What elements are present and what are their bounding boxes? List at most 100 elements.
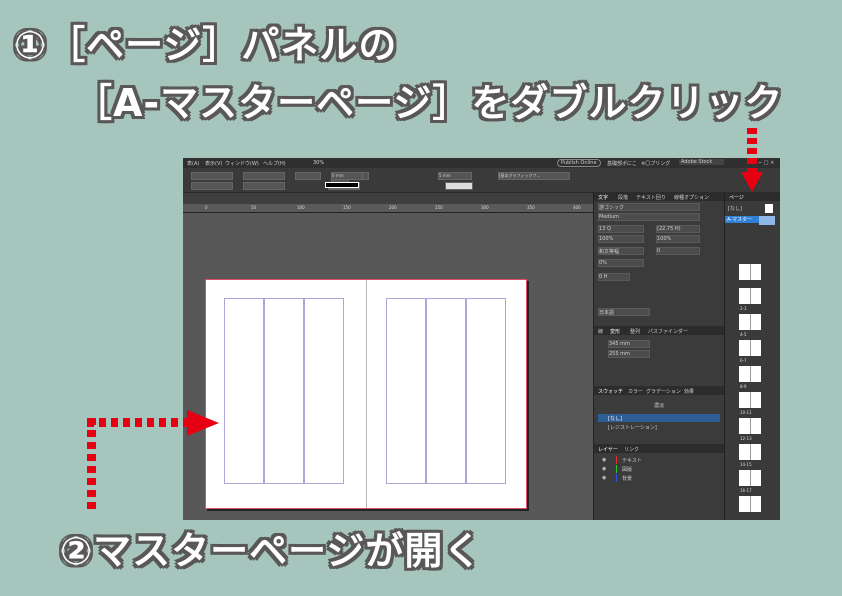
language-select[interactable]: 日本語: [598, 308, 650, 316]
zoom-level[interactable]: 30%: [313, 160, 324, 166]
menu-window[interactable]: ウィンドウ(W): [225, 160, 259, 167]
menu-bar: 表(A) 表示(V) ウィンドウ(W) ヘルプ(H) 30% Publish O…: [183, 158, 780, 168]
tab-align[interactable]: 整列: [630, 328, 640, 335]
menu-table[interactable]: 表(A): [187, 160, 199, 167]
page-label: 12-13: [740, 436, 752, 441]
tab-stroke-options[interactable]: 線種オプション: [674, 194, 709, 201]
tint-label: 濃淡: [654, 403, 665, 409]
arrow-to-spread: [187, 410, 219, 436]
eye-icon[interactable]: ◉: [602, 475, 606, 481]
size-field[interactable]: 5 mm: [438, 172, 472, 180]
tab-effects[interactable]: 効果: [684, 388, 694, 395]
font-style-select[interactable]: Medium: [598, 213, 700, 221]
y-field[interactable]: [191, 182, 233, 190]
layer-row[interactable]: ◉ 背景: [598, 474, 720, 482]
page-label: 4-5: [740, 332, 747, 337]
search-input[interactable]: Adobe Stock: [679, 159, 725, 165]
rotate-field[interactable]: [295, 172, 321, 180]
column-guide: [466, 298, 506, 484]
workspace-switch[interactable]: ※〇プリング: [641, 160, 670, 167]
height-field[interactable]: 255 mm: [608, 350, 650, 358]
vertical-scale-field[interactable]: 100%: [598, 235, 644, 243]
ruler-tick: 350: [527, 205, 535, 210]
master-none-thumb[interactable]: [765, 204, 773, 213]
page-thumb[interactable]: [739, 366, 761, 382]
horizontal-ruler: 0 50 100 150 200 250 300 350 400: [183, 204, 593, 213]
w-field[interactable]: [243, 172, 285, 180]
page-thumb[interactable]: [739, 470, 761, 486]
page-label: 16-17: [740, 488, 752, 493]
leading-field[interactable]: (22.75 H): [656, 225, 700, 233]
column-guide: [264, 298, 304, 484]
dotted-connector-vertical: [87, 418, 96, 510]
font-family-select[interactable]: 游ゴシック: [598, 203, 700, 211]
layer-row[interactable]: ◉ 図版: [598, 465, 720, 473]
menu-view[interactable]: 表示(V): [205, 160, 222, 167]
ruler-tick: 300: [481, 205, 489, 210]
column-guide: [304, 298, 344, 484]
tab-paragraph[interactable]: 段落: [618, 194, 628, 201]
document-canvas[interactable]: [183, 213, 593, 520]
tsume-field[interactable]: 0%: [598, 259, 644, 267]
tab-pages[interactable]: ページ: [729, 194, 744, 201]
page-thumb[interactable]: [739, 444, 761, 460]
swatch-registration[interactable]: [レジストレーション]: [598, 423, 720, 431]
page-thumb[interactable]: [739, 340, 761, 356]
opacity-field[interactable]: [445, 182, 473, 190]
workspace-name[interactable]: 基礎部ポにこ: [607, 160, 637, 167]
h-field[interactable]: [243, 182, 285, 190]
ruler-tick: 100: [297, 205, 305, 210]
page-label: 6-7: [740, 358, 747, 363]
tab-swatches[interactable]: スウォッチ: [598, 388, 623, 395]
a-master-thumb[interactable]: [759, 216, 775, 225]
eye-icon[interactable]: ◉: [602, 457, 606, 463]
swatch-none[interactable]: [なし]: [598, 414, 720, 422]
instruction-line-2: ［A-マスターページ］をダブルクリック: [74, 81, 784, 125]
tab-color[interactable]: カラー: [628, 388, 643, 395]
tab-character[interactable]: 文字: [598, 194, 608, 201]
font-size-field[interactable]: 13 Q: [598, 225, 644, 233]
page-thumb[interactable]: [739, 314, 761, 330]
stroke-weight-field[interactable]: 0 mm: [331, 172, 363, 180]
object-style-select[interactable]: [基本グラフィックフ...: [498, 172, 570, 180]
tab-transform[interactable]: 変形: [610, 328, 620, 335]
stroke-type[interactable]: [325, 182, 359, 188]
page-label: 14-15: [740, 462, 752, 467]
column-guide: [224, 298, 264, 484]
horizontal-scale-field[interactable]: 100%: [656, 235, 700, 243]
page-thumb[interactable]: [739, 496, 761, 512]
window-controls[interactable]: − □ ×: [758, 160, 774, 166]
layer-row[interactable]: ◉ テキスト: [598, 456, 720, 464]
width-field[interactable]: 345 mm: [608, 340, 650, 348]
page-thumb[interactable]: [739, 418, 761, 434]
tracking-field[interactable]: 0: [656, 247, 700, 255]
baseline-shift-field[interactable]: 0 H: [598, 273, 630, 281]
publish-online-button[interactable]: Publish Online: [557, 159, 601, 167]
page-thumb[interactable]: [739, 264, 761, 280]
tab-gradient[interactable]: グラデーション: [646, 388, 681, 395]
x-field[interactable]: [191, 172, 233, 180]
ruler-tick: 400: [573, 205, 581, 210]
pages-panel-tab: ページ: [725, 192, 780, 201]
column-guide: [386, 298, 426, 484]
tab-layers[interactable]: レイヤー: [598, 446, 618, 453]
page-label: 2-3: [740, 306, 747, 311]
tab-text-wrap[interactable]: テキスト回り: [636, 194, 666, 201]
page-spread[interactable]: [205, 279, 527, 509]
tab-links[interactable]: リンク: [624, 446, 639, 453]
page-label: 10-11: [740, 410, 752, 415]
kerning-field[interactable]: 和文等幅: [598, 247, 644, 255]
tab-stroke[interactable]: 線: [598, 328, 603, 335]
a-master-item[interactable]: A-マスター: [725, 216, 759, 223]
page-thumb[interactable]: [739, 288, 761, 304]
eye-icon[interactable]: ◉: [602, 466, 606, 472]
dotted-connector-horizontal: [87, 418, 187, 427]
menu-help[interactable]: ヘルプ(H): [263, 160, 286, 167]
master-none[interactable]: [なし]: [728, 205, 742, 212]
page-thumb[interactable]: [739, 392, 761, 408]
arrow-to-pages-panel: [741, 128, 763, 192]
swatch-panel-tabs: スウォッチ カラー グラデーション 効果: [594, 386, 725, 395]
instruction-line-1: ①［ページ］パネルの: [14, 23, 398, 67]
ruler-tick: 50: [251, 205, 257, 210]
tab-pathfinder[interactable]: パスファインダー: [648, 328, 688, 335]
